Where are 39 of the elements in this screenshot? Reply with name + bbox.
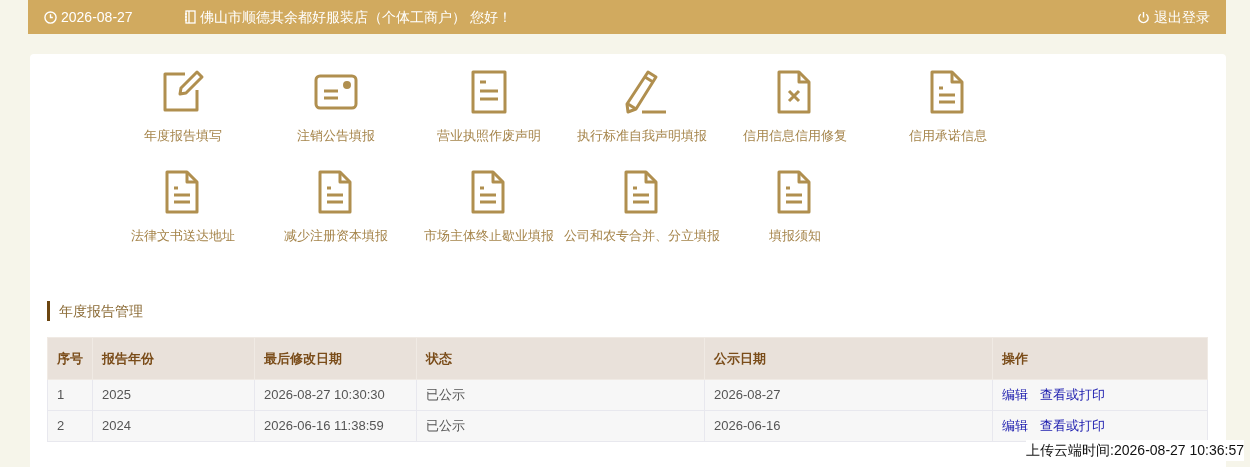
section-title: 年度报告管理 bbox=[47, 301, 1226, 321]
column-header: 最后修改日期 bbox=[254, 337, 417, 380]
menu-item[interactable]: 年度报告填写 bbox=[106, 68, 259, 146]
menu-item[interactable]: 填报须知 bbox=[718, 167, 871, 245]
column-header: 操作 bbox=[992, 337, 1208, 380]
table-cell: 2024 bbox=[92, 410, 255, 442]
logout-link[interactable]: 退出登录 bbox=[1137, 6, 1210, 28]
upload-time-text: 上传云端时间:2026-08-27 10:36:57 bbox=[1026, 440, 1244, 461]
menu-item[interactable]: 信用承诺信息 bbox=[871, 68, 1024, 146]
greeting-text: 佛山市顺德其余都好服装店（个体工商户） 您好！ bbox=[200, 7, 512, 27]
table-cell: 2026-08-27 bbox=[704, 379, 993, 411]
menu-item[interactable]: 营业执照作废声明 bbox=[412, 68, 565, 146]
table-cell: 已公示 bbox=[416, 379, 705, 411]
table-cell: 1 bbox=[47, 379, 93, 411]
menu-item[interactable]: 减少注册资本填报 bbox=[259, 167, 412, 245]
menu-item[interactable]: 信用信息信用修复 bbox=[718, 68, 871, 146]
table-cell: 2026-06-16 bbox=[704, 410, 993, 442]
clock-icon bbox=[44, 10, 57, 24]
menu-item[interactable]: 注销公告填报 bbox=[259, 68, 412, 146]
table-cell: 2025 bbox=[92, 379, 255, 411]
column-header: 序号 bbox=[47, 337, 93, 380]
table-cell: 已公示 bbox=[416, 410, 705, 442]
column-header: 状态 bbox=[416, 337, 705, 380]
column-header: 公示日期 bbox=[704, 337, 993, 380]
menu-item[interactable]: 执行标准自我声明填报 bbox=[565, 68, 718, 146]
table-cell: 2026-08-27 10:30:30 bbox=[254, 379, 417, 411]
column-header: 报告年份 bbox=[92, 337, 255, 380]
menu-item[interactable]: 公司和农专合并、分立填报 bbox=[565, 167, 718, 245]
notebook-icon bbox=[184, 10, 196, 24]
menu-item[interactable]: 市场主体终止歇业填报 bbox=[412, 167, 565, 245]
action-link[interactable]: 编辑 bbox=[1002, 387, 1028, 403]
table-cell: 2 bbox=[47, 410, 93, 442]
action-link[interactable]: 查看或打印 bbox=[1040, 418, 1105, 434]
action-link[interactable]: 查看或打印 bbox=[1040, 387, 1105, 403]
header-date: 2026-08-27 bbox=[61, 7, 133, 27]
power-icon bbox=[1137, 10, 1150, 24]
action-link[interactable]: 编辑 bbox=[1002, 418, 1028, 434]
menu-item[interactable]: 法律文书送达地址 bbox=[106, 167, 259, 245]
table-cell: 2026-06-16 11:38:59 bbox=[254, 410, 417, 442]
